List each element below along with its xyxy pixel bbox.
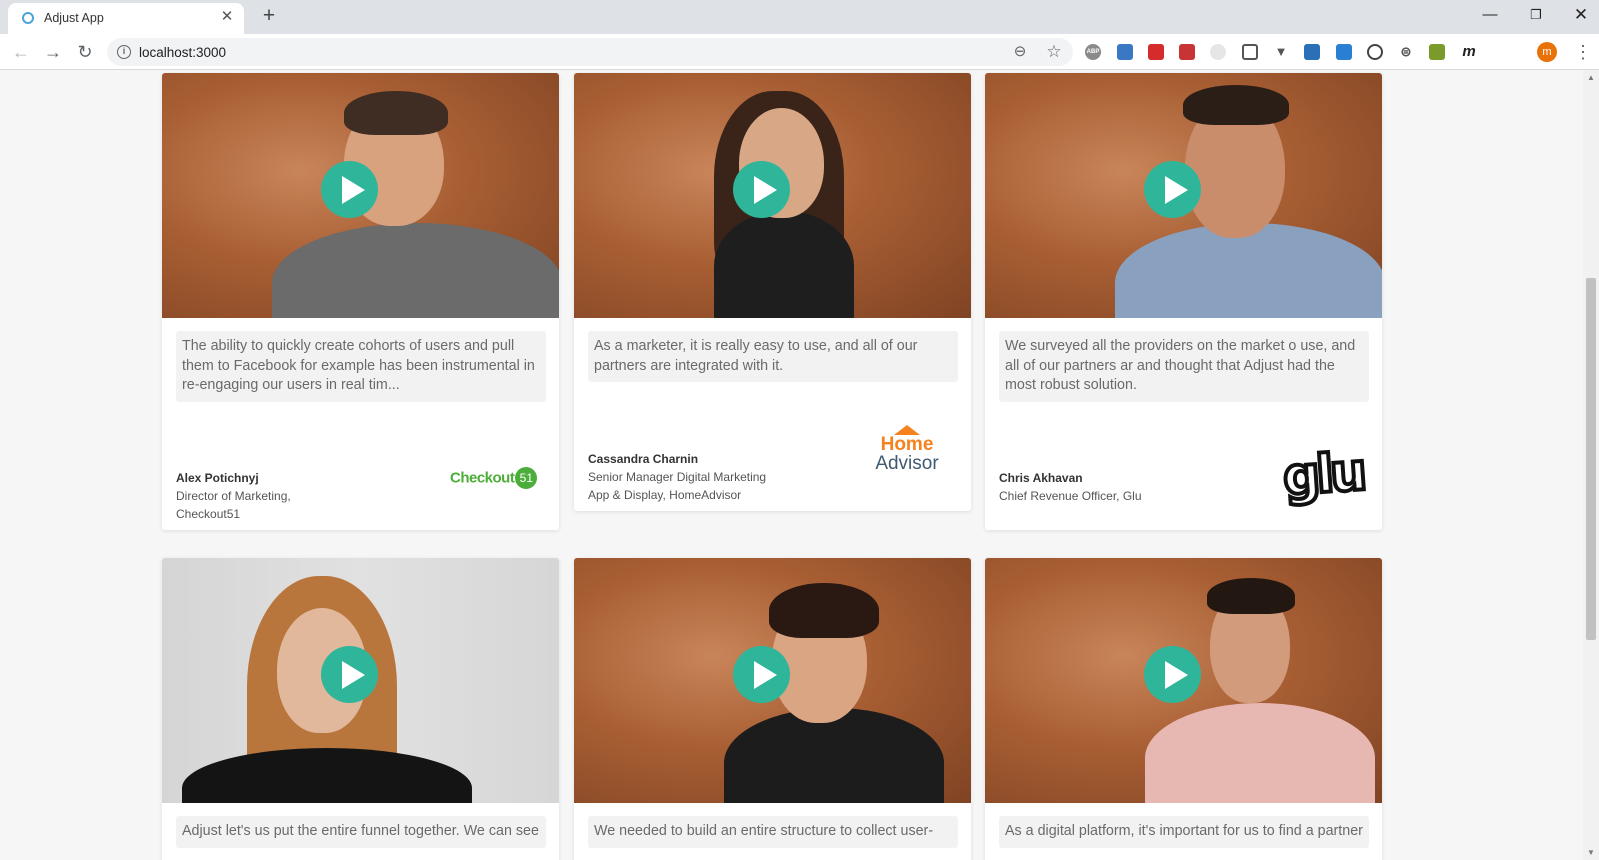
- author-role: Senior Manager Digital Marketing App & D…: [588, 470, 767, 502]
- person-figure: [182, 748, 472, 803]
- author-name: Chris Akhavan: [999, 471, 1083, 485]
- author-name: Cassandra Charnin: [588, 452, 699, 466]
- homeadvisor-logo: Home Advisor: [872, 425, 942, 473]
- browser-tabstrip: Adjust App ✕ + — ❐ ✕: [0, 0, 1599, 34]
- url-text[interactable]: localhost:3000: [139, 45, 226, 60]
- browser-toolbar: ← → ↻ i localhost:3000 ⊖ ☆ ABP ▼ ⊜ m m ⋮: [0, 34, 1599, 70]
- scroll-up-icon[interactable]: ▲: [1587, 73, 1595, 82]
- testimonial-card: As a marketer, it is really easy to use,…: [574, 73, 971, 511]
- screenshot-extension-icon[interactable]: [1242, 44, 1258, 60]
- play-icon[interactable]: [1144, 161, 1201, 218]
- person-figure: [769, 583, 879, 638]
- forward-arrow-icon[interactable]: →: [40, 39, 66, 65]
- video-thumbnail[interactable]: [985, 558, 1382, 803]
- extension-icon[interactable]: [1367, 44, 1383, 60]
- scrollbar-thumb[interactable]: [1586, 278, 1596, 640]
- person-figure: [724, 708, 944, 803]
- person-figure: [1115, 223, 1382, 318]
- tab-title: Adjust App: [44, 11, 104, 25]
- testimonial-card: We needed to build an entire structure t…: [574, 558, 971, 860]
- author-name: Alex Potichnyj: [176, 471, 259, 485]
- play-icon[interactable]: [321, 646, 378, 703]
- extension-icon[interactable]: [1304, 44, 1320, 60]
- extension-icon[interactable]: m: [1461, 44, 1477, 60]
- person-figure: [1207, 578, 1295, 614]
- extension-icon[interactable]: [1148, 44, 1164, 60]
- profile-avatar[interactable]: m: [1537, 42, 1557, 62]
- extension-icon[interactable]: ⊜: [1398, 44, 1414, 60]
- author-role: Chief Revenue Officer, Glu: [999, 489, 1142, 503]
- testimonial-quote: We needed to build an entire structure t…: [588, 816, 958, 848]
- extension-icon[interactable]: [1117, 44, 1133, 60]
- extension-icon[interactable]: ▼: [1273, 44, 1289, 60]
- site-info-icon[interactable]: i: [117, 45, 131, 59]
- maximize-button[interactable]: ❐: [1516, 3, 1556, 29]
- play-icon[interactable]: [733, 161, 790, 218]
- adjust-favicon-icon: [22, 12, 34, 24]
- testimonial-quote: We surveyed all the providers on the mar…: [999, 331, 1369, 402]
- video-thumbnail[interactable]: [985, 73, 1382, 318]
- minimize-button[interactable]: —: [1470, 3, 1510, 29]
- video-thumbnail[interactable]: [574, 73, 971, 318]
- vertical-scrollbar[interactable]: ▲ ▼: [1583, 70, 1599, 860]
- extension-icon[interactable]: [1429, 44, 1445, 60]
- checkout51-logo: Checkout 51: [450, 467, 538, 493]
- person-figure: [1183, 85, 1289, 125]
- testimonial-quote: As a digital platform, it's important fo…: [999, 816, 1369, 848]
- testimonial-quote: Adjust let's us put the entire funnel to…: [176, 816, 546, 848]
- testimonial-card: The ability to quickly create cohorts of…: [162, 73, 559, 530]
- testimonial-quote: As a marketer, it is really easy to use,…: [588, 331, 958, 382]
- extension-icon[interactable]: [1179, 44, 1195, 60]
- testimonial-card: We surveyed all the providers on the mar…: [985, 73, 1382, 530]
- zoom-icon[interactable]: ⊖: [1011, 43, 1029, 61]
- person-figure: [344, 91, 448, 135]
- extension-icon[interactable]: [1336, 44, 1352, 60]
- play-icon[interactable]: [1144, 646, 1201, 703]
- video-thumbnail[interactable]: [162, 558, 559, 803]
- play-icon[interactable]: [733, 646, 790, 703]
- play-icon[interactable]: [321, 161, 378, 218]
- testimonial-card: As a digital platform, it's important fo…: [985, 558, 1382, 860]
- person-figure: [272, 223, 559, 318]
- bookmark-star-icon[interactable]: ☆: [1044, 42, 1064, 62]
- new-tab-button[interactable]: +: [257, 5, 281, 29]
- testimonial-quote: The ability to quickly create cohorts of…: [176, 331, 546, 402]
- video-thumbnail[interactable]: [162, 73, 559, 318]
- testimonial-card: Adjust let's us put the entire funnel to…: [162, 558, 559, 860]
- video-thumbnail[interactable]: [574, 558, 971, 803]
- back-arrow-icon[interactable]: ←: [8, 39, 34, 65]
- author-role: Director of Marketing, Checkout51: [176, 489, 291, 521]
- browser-menu-icon[interactable]: ⋮: [1574, 40, 1592, 64]
- page-viewport: The ability to quickly create cohorts of…: [0, 70, 1583, 860]
- glu-logo: glu: [1279, 440, 1367, 509]
- address-bar[interactable]: i localhost:3000 ⊖ ☆: [107, 38, 1073, 66]
- close-window-button[interactable]: ✕: [1561, 3, 1599, 29]
- person-figure: [1145, 703, 1375, 803]
- browser-tab[interactable]: Adjust App ✕: [8, 3, 244, 34]
- extension-icon[interactable]: [1210, 44, 1226, 60]
- reload-icon[interactable]: ↻: [72, 39, 98, 65]
- adblock-extension-icon[interactable]: ABP: [1085, 44, 1101, 60]
- scroll-down-icon[interactable]: ▼: [1587, 848, 1595, 857]
- tab-close-icon[interactable]: ✕: [218, 8, 236, 26]
- person-figure: [714, 211, 854, 318]
